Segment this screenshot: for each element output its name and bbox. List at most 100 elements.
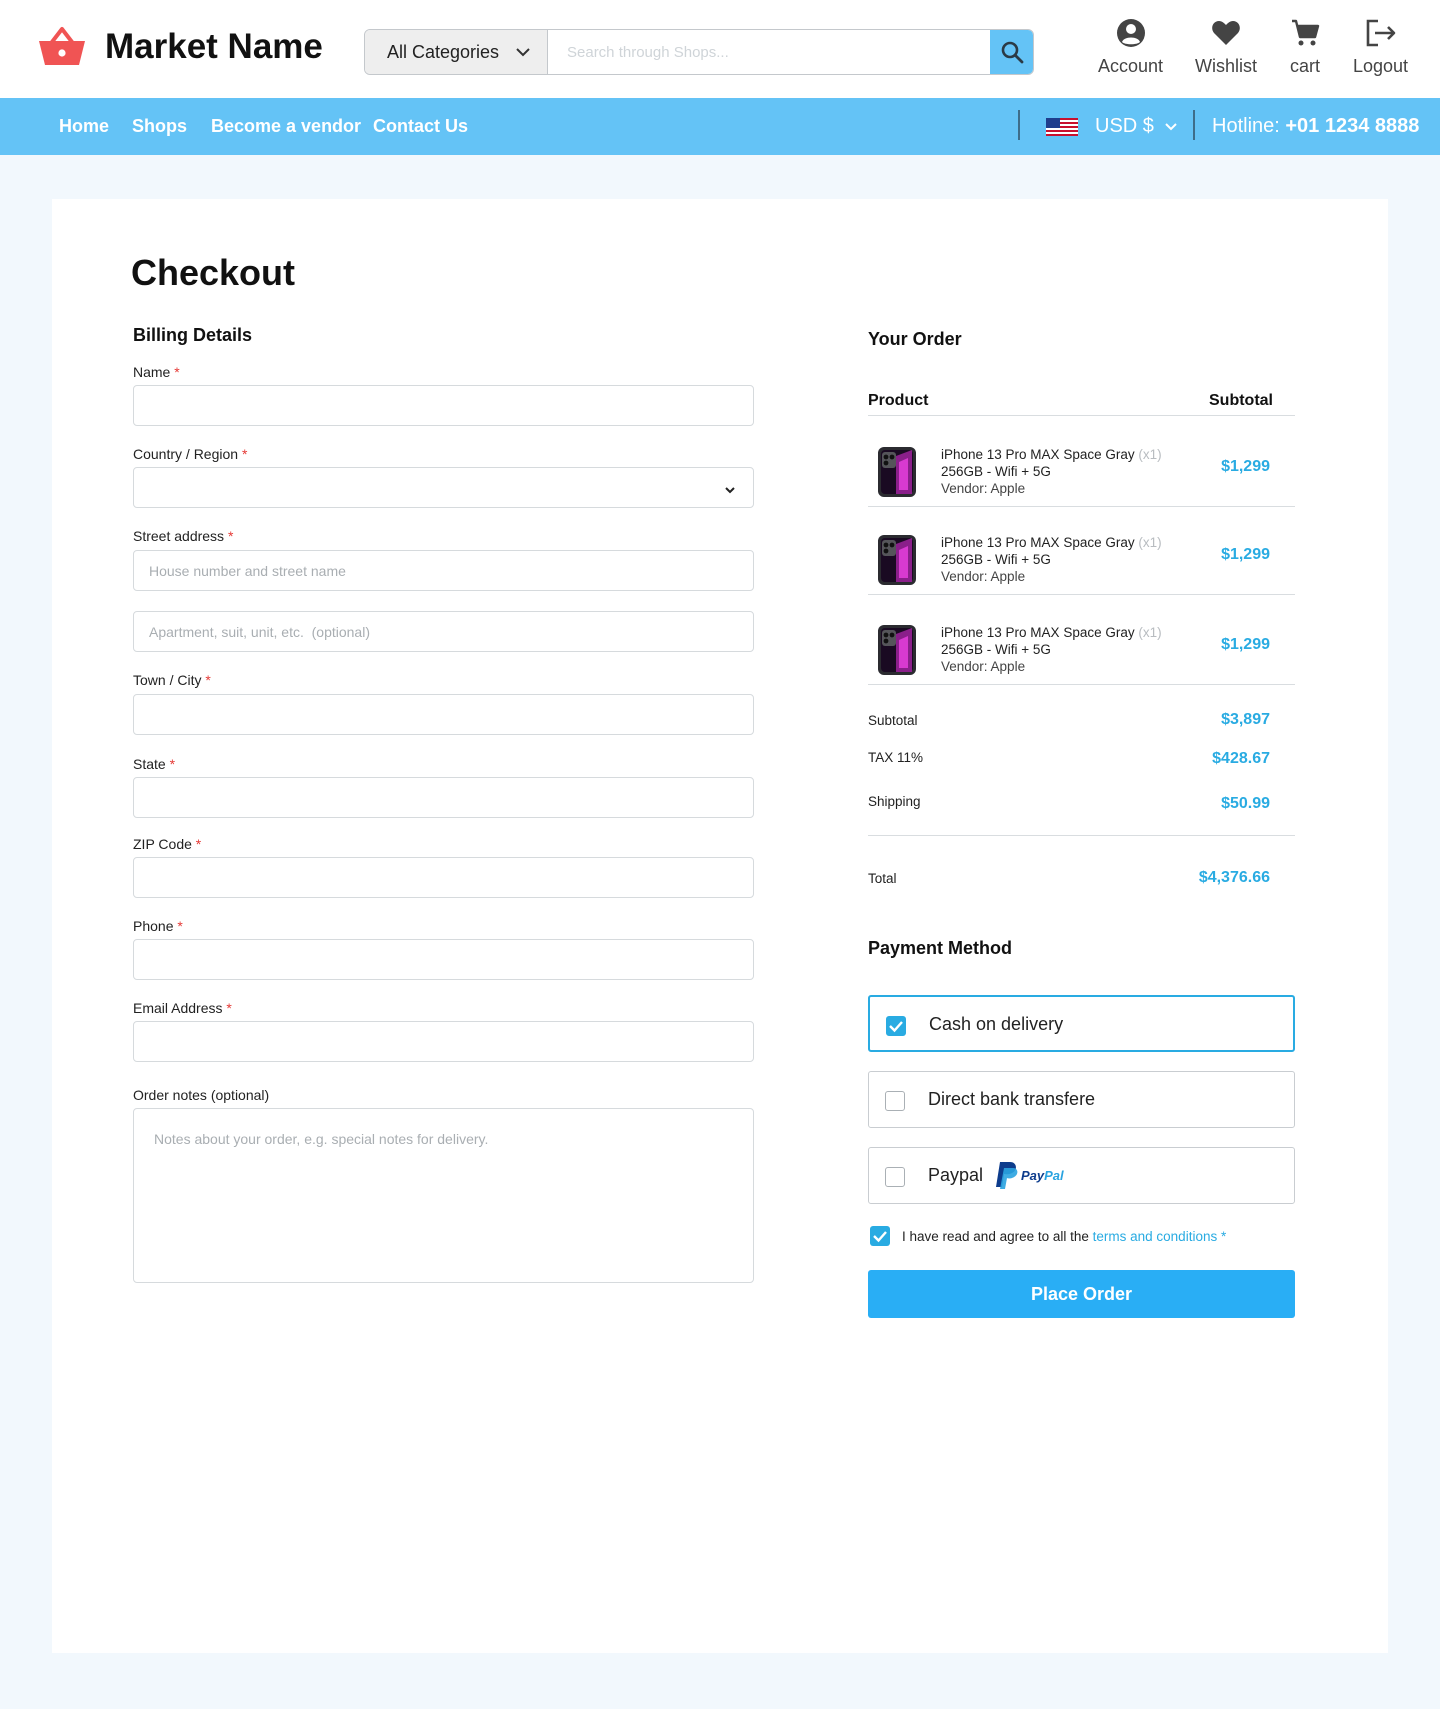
subtotal-value: $3,897 xyxy=(1221,711,1270,728)
state-label: State * xyxy=(133,756,176,772)
payment-option-label: Direct bank transfere xyxy=(928,1089,1096,1109)
product-thumbnail-icon[interactable] xyxy=(876,446,920,498)
page-title: Checkout xyxy=(131,252,296,293)
order-notes-field[interactable] xyxy=(133,1108,754,1283)
product-thumbnail-icon[interactable] xyxy=(876,534,920,586)
product-column-header: Product xyxy=(868,392,929,409)
phone-field[interactable] xyxy=(133,939,754,980)
divider xyxy=(868,594,1295,595)
terms-agreement: I have read and agree to all the terms a… xyxy=(902,1229,1227,1244)
name-label: Name * xyxy=(133,364,180,380)
payment-method-title: Payment Method xyxy=(868,938,1013,958)
nav-divider xyxy=(1193,110,1195,140)
list-item: iPhone 13 Pro MAX Space Gray (x1) 256GB … xyxy=(941,535,1162,584)
list-item: iPhone 13 Pro MAX Space Gray (x1) 256GB … xyxy=(941,447,1162,496)
zip-label: ZIP Code * xyxy=(133,836,202,852)
email-label: Email Address * xyxy=(133,1000,232,1016)
nav-become-vendor[interactable]: Become a vendor xyxy=(211,116,361,137)
chevron-down-icon xyxy=(725,487,735,494)
currency-label: USD $ xyxy=(1095,115,1154,137)
tax-value: $428.67 xyxy=(1212,750,1270,767)
wishlist-label: Wishlist xyxy=(1195,56,1257,76)
cart-label: cart xyxy=(1290,56,1321,76)
divider xyxy=(868,684,1295,685)
subtotal-column-header: Subtotal xyxy=(1209,392,1273,409)
city-label: Town / City * xyxy=(133,672,211,688)
notes-label: Order notes (optional) xyxy=(133,1087,270,1103)
nav-shops[interactable]: Shops xyxy=(132,116,187,137)
nav-divider xyxy=(1018,110,1020,140)
search-input[interactable] xyxy=(549,30,993,74)
nav-home[interactable]: Home xyxy=(59,116,109,137)
terms-link[interactable]: terms and conditions xyxy=(1093,1229,1218,1244)
shipping-value: $50.99 xyxy=(1221,795,1270,812)
category-select-label: All Categories xyxy=(387,41,500,62)
chevron-down-icon xyxy=(516,48,530,57)
us-flag-icon xyxy=(1046,118,1078,136)
search-icon xyxy=(1001,41,1023,64)
city-field[interactable] xyxy=(133,694,754,735)
tax-label: TAX 11% xyxy=(868,750,924,765)
total-value: $4,376.66 xyxy=(1198,869,1270,886)
subtotal-label: Subtotal xyxy=(868,713,918,728)
your-order-title: Your Order xyxy=(868,329,962,349)
search-bar: All Categories xyxy=(364,29,1034,75)
payment-bank-transfer[interactable]: Direct bank transfere xyxy=(868,1071,1295,1128)
country-label: Country / Region * xyxy=(133,446,248,462)
paypal-wordmark: PayPal xyxy=(1021,1167,1064,1183)
shipping-label: Shipping xyxy=(868,794,921,809)
brand-name[interactable]: Market Name xyxy=(105,27,323,67)
hotline-number[interactable]: +01 1234 8888 xyxy=(1285,115,1419,137)
name-field[interactable] xyxy=(133,385,754,426)
divider xyxy=(868,835,1295,836)
checkbox-icon[interactable] xyxy=(885,1091,905,1111)
cart-icon xyxy=(1292,19,1320,46)
zip-field[interactable] xyxy=(133,857,754,898)
country-select[interactable] xyxy=(133,467,754,508)
account-button[interactable]: Account xyxy=(1098,18,1163,77)
checkmark-icon xyxy=(873,1231,887,1243)
state-field[interactable] xyxy=(133,777,754,818)
paypal-icon xyxy=(996,1162,1018,1189)
heart-icon xyxy=(1212,21,1240,45)
hotline: Hotline: +01 1234 8888 xyxy=(1212,115,1419,138)
payment-option-label: Cash on delivery xyxy=(929,1014,1064,1034)
item-price: $1,299 xyxy=(1221,458,1270,475)
terms-checkbox[interactable] xyxy=(870,1226,890,1246)
cart-button[interactable]: cart xyxy=(1290,18,1320,77)
item-price: $1,299 xyxy=(1221,636,1270,653)
item-price: $1,299 xyxy=(1221,546,1270,563)
currency-select[interactable]: USD $ xyxy=(1095,115,1178,138)
account-icon xyxy=(1116,19,1145,47)
top-header: Market Name All Categories Account Wishl… xyxy=(0,0,1440,98)
logout-label: Logout xyxy=(1353,56,1409,76)
logout-button[interactable]: Logout xyxy=(1353,18,1408,77)
street2-field[interactable] xyxy=(133,611,754,652)
divider xyxy=(868,506,1295,507)
product-thumbnail-icon[interactable] xyxy=(876,624,920,676)
divider xyxy=(868,415,1295,416)
category-select[interactable]: All Categories xyxy=(365,30,548,74)
search-button[interactable] xyxy=(990,30,1033,74)
billing-title: Billing Details xyxy=(133,325,253,345)
chevron-down-icon xyxy=(1165,122,1177,130)
basket-logo-icon[interactable] xyxy=(38,25,86,67)
nav-contact[interactable]: Contact Us xyxy=(373,116,468,137)
payment-option-label: Paypal xyxy=(928,1165,984,1185)
account-label: Account xyxy=(1098,56,1164,76)
email-field[interactable] xyxy=(133,1021,754,1062)
checkbox-checked-icon[interactable] xyxy=(886,1016,906,1036)
street-field[interactable] xyxy=(133,550,754,591)
checkbox-icon[interactable] xyxy=(885,1167,905,1187)
place-order-button[interactable]: Place Order xyxy=(868,1270,1295,1318)
phone-label: Phone * xyxy=(133,918,183,934)
street-label: Street address * xyxy=(133,528,234,544)
hotline-label: Hotline: xyxy=(1212,115,1280,137)
list-item: iPhone 13 Pro MAX Space Gray (x1) 256GB … xyxy=(941,625,1162,674)
wishlist-button[interactable]: Wishlist xyxy=(1195,18,1257,77)
payment-cash-on-delivery[interactable]: Cash on delivery xyxy=(868,995,1295,1052)
payment-paypal[interactable]: Paypal PayPal xyxy=(868,1147,1295,1204)
logout-icon xyxy=(1366,19,1395,47)
paypal-logo: PayPal xyxy=(995,1160,1064,1190)
total-label: Total xyxy=(868,871,897,886)
